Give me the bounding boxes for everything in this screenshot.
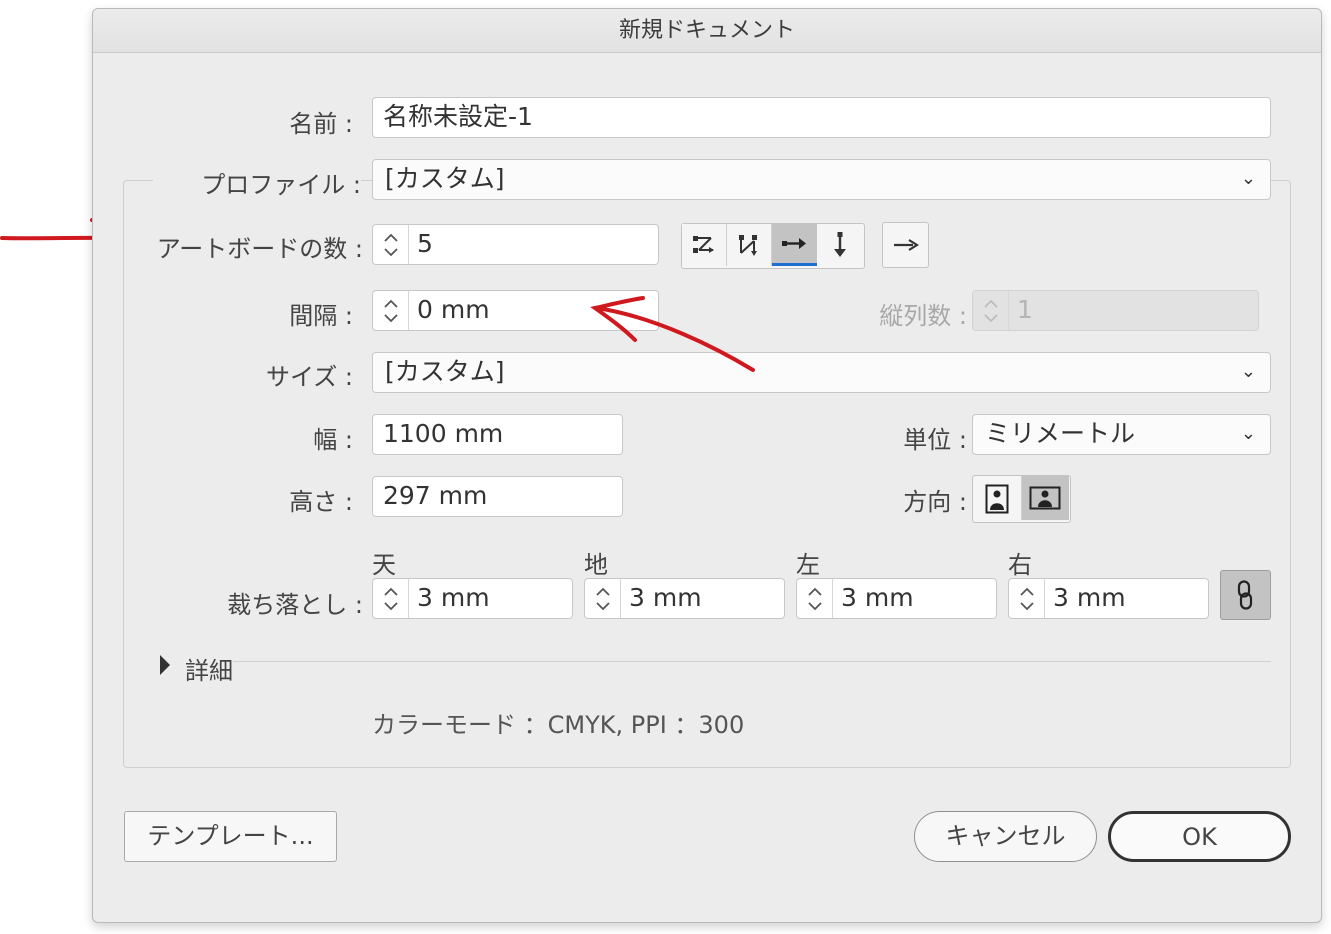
orientation-group [972, 475, 1071, 523]
width-input[interactable]: 1100 mm [372, 414, 623, 455]
stepper-icon [973, 291, 1009, 330]
height-input[interactable]: 297 mm [372, 476, 623, 517]
bleed-top-label: 天 [372, 551, 396, 579]
artboard-count-input[interactable]: 5 [372, 224, 659, 265]
dialog-title: 新規ドキュメント [93, 9, 1321, 53]
ok-button[interactable]: OK [1108, 811, 1291, 862]
name-label: 名前 : [289, 110, 353, 138]
bleed-bottom-value: 3 mm [629, 583, 702, 612]
arrange-by-row-button[interactable] [772, 224, 817, 266]
bleed-top-value: 3 mm [417, 583, 490, 612]
templates-button[interactable]: テンプレート... [124, 811, 337, 862]
artboard-layout-group [681, 223, 865, 269]
bleed-bottom-input[interactable]: 3 mm [584, 578, 785, 619]
bleed-right-label: 右 [1008, 551, 1032, 579]
spacing-value: 0 mm [417, 295, 490, 324]
profile-label: プロファイル : [153, 165, 361, 200]
size-label: サイズ : [266, 363, 353, 391]
grid-by-row-button[interactable] [682, 224, 727, 266]
cancel-button[interactable]: キャンセル [914, 811, 1097, 862]
bleed-left-label: 左 [796, 551, 820, 579]
layout-direction-button[interactable] [882, 222, 929, 268]
columns-label: 縦列数 : [879, 302, 967, 330]
bleed-right-value: 3 mm [1053, 583, 1126, 612]
units-select[interactable]: ミリメートル ⌄ [972, 414, 1271, 455]
orientation-label: 方向 : [903, 488, 967, 516]
profile-select-value: [カスタム] [385, 164, 505, 193]
left-to-right-arrow-icon [893, 239, 919, 251]
document-summary: カラーモード ：CMYK, PPI ：300 [372, 711, 745, 739]
artboard-count-label: アートボードの数 : [156, 235, 363, 263]
height-label: 高さ : [289, 488, 353, 516]
link-bleed-button[interactable] [1220, 570, 1271, 620]
chain-link-icon [1237, 580, 1253, 610]
arrange-by-column-button[interactable] [817, 224, 863, 266]
bleed-top-input[interactable]: 3 mm [372, 578, 573, 619]
stepper-icon[interactable] [797, 579, 833, 618]
units-label: 単位 : [903, 426, 967, 454]
units-select-value: ミリメートル [985, 419, 1136, 448]
chevron-down-icon: ⌄ [1240, 423, 1256, 444]
bleed-label: 裁ち落とし : [227, 591, 363, 619]
stepper-icon[interactable] [373, 225, 409, 264]
size-select-value: [カスタム] [385, 357, 505, 386]
chevron-down-icon: ⌄ [1240, 361, 1256, 382]
spacing-label: 間隔 : [289, 302, 353, 330]
bleed-left-value: 3 mm [841, 583, 914, 612]
advanced-divider [233, 661, 1271, 662]
portrait-button[interactable] [973, 476, 1022, 520]
disclosure-triangle-icon [160, 655, 170, 675]
bleed-bottom-label: 地 [584, 551, 608, 579]
name-input[interactable]: 名称未設定-1 [372, 97, 1271, 138]
chevron-down-icon: ⌄ [1240, 168, 1256, 189]
width-label: 幅 : [313, 426, 353, 454]
arrange-by-row-icon [782, 238, 806, 249]
size-select[interactable]: [カスタム] ⌄ [372, 352, 1271, 393]
artboard-count-value: 5 [417, 229, 433, 258]
advanced-label: 詳細 [185, 657, 233, 685]
portrait-icon [985, 484, 1009, 514]
bleed-right-input[interactable]: 3 mm [1008, 578, 1209, 619]
columns-value: 1 [1017, 295, 1033, 324]
landscape-icon [1029, 486, 1061, 510]
grid-by-column-icon [739, 235, 757, 256]
profile-select[interactable]: [カスタム] ⌄ [372, 159, 1271, 200]
stepper-icon[interactable] [373, 579, 409, 618]
bleed-left-input[interactable]: 3 mm [796, 578, 997, 619]
columns-input: 1 [972, 290, 1259, 331]
new-document-dialog: 新規ドキュメント 名前 : 名称未設定-1 プロファイル : [カスタム] ⌄ … [92, 8, 1322, 923]
landscape-button[interactable] [1022, 476, 1069, 520]
arrange-by-column-icon [834, 232, 846, 257]
stepper-icon[interactable] [585, 579, 621, 618]
annotation-arrow [590, 296, 755, 372]
stepper-icon[interactable] [373, 291, 409, 330]
stepper-icon[interactable] [1009, 579, 1045, 618]
grid-by-column-button[interactable] [727, 224, 772, 266]
grid-by-row-icon [693, 236, 714, 253]
